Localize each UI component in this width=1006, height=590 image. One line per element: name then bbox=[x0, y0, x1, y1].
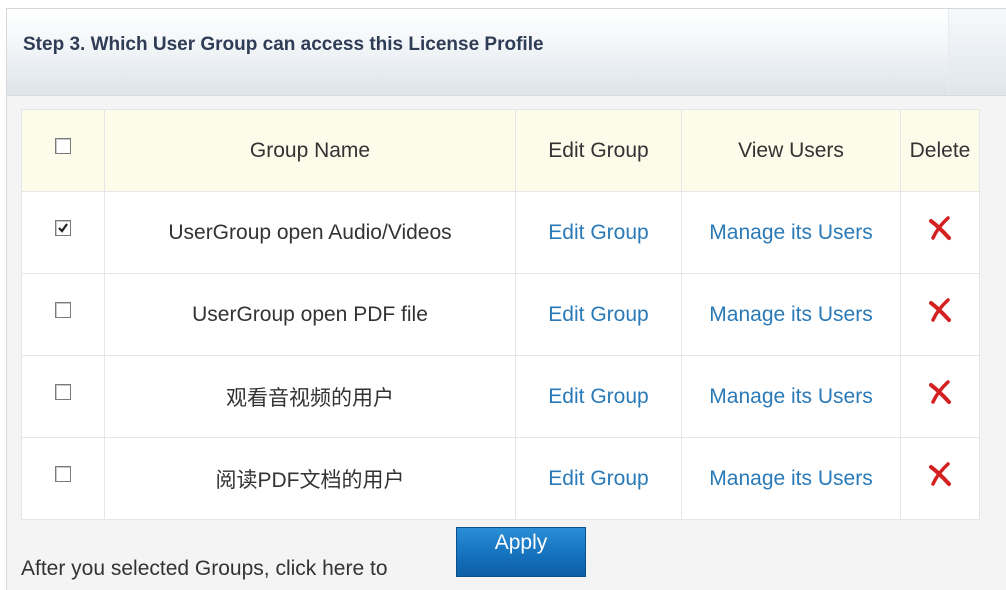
manage-users-link[interactable]: Manage its Users bbox=[709, 467, 872, 490]
row-check-cell bbox=[21, 273, 105, 356]
apply-button[interactable]: Apply bbox=[456, 527, 586, 577]
delete-x-icon[interactable] bbox=[926, 214, 954, 248]
row-check-cell bbox=[21, 437, 105, 520]
manage-users-cell: Manage its Users bbox=[681, 191, 901, 274]
header-check-cell bbox=[21, 109, 105, 192]
table-row: UserGroup open PDF file Edit Group Manag… bbox=[21, 273, 980, 356]
table-row: 阅读PDF文档的用户 Edit Group Manage its Users bbox=[21, 437, 980, 520]
edit-group-cell: Edit Group bbox=[515, 191, 682, 274]
row-checkbox[interactable] bbox=[55, 465, 71, 482]
delete-cell bbox=[900, 355, 980, 438]
group-name-cell: 观看音视频的用户 bbox=[104, 355, 516, 438]
manage-users-link[interactable]: Manage its Users bbox=[709, 385, 872, 408]
checkmark-icon bbox=[58, 223, 68, 233]
apply-button-label: Apply bbox=[494, 531, 548, 554]
edit-group-cell: Edit Group bbox=[515, 355, 682, 438]
edit-group-link[interactable]: Edit Group bbox=[548, 303, 648, 326]
group-name-cell: 阅读PDF文档的用户 bbox=[104, 437, 516, 520]
footer-instruction: After you selected Groups, click here to bbox=[21, 557, 388, 580]
license-profile-panel: Step 3. Which User Group can access this… bbox=[6, 8, 1006, 590]
manage-users-link[interactable]: Manage its Users bbox=[709, 221, 872, 244]
manage-users-cell: Manage its Users bbox=[681, 273, 901, 356]
panel-title: Step 3. Which User Group can access this… bbox=[23, 34, 544, 55]
edit-group-cell: Edit Group bbox=[515, 437, 682, 520]
table-row: UserGroup open Audio/Videos Edit Group M… bbox=[21, 191, 980, 274]
edit-group-link[interactable]: Edit Group bbox=[548, 221, 648, 244]
table-row: 观看音视频的用户 Edit Group Manage its Users bbox=[21, 355, 980, 438]
delete-header: Delete bbox=[900, 109, 980, 192]
row-checkbox[interactable] bbox=[55, 383, 71, 400]
manage-users-cell: Manage its Users bbox=[681, 437, 901, 520]
user-groups-table: Group Name Edit Group View Users Delete … bbox=[21, 109, 980, 520]
delete-x-icon[interactable] bbox=[926, 378, 954, 412]
group-name-cell: UserGroup open PDF file bbox=[104, 273, 516, 356]
delete-cell bbox=[900, 437, 980, 520]
edit-group-link[interactable]: Edit Group bbox=[548, 467, 648, 490]
view-users-header: View Users bbox=[681, 109, 901, 192]
row-check-cell bbox=[21, 355, 105, 438]
delete-x-icon[interactable] bbox=[926, 296, 954, 330]
row-checkbox[interactable] bbox=[55, 219, 71, 236]
edit-group-header: Edit Group bbox=[515, 109, 682, 192]
delete-cell bbox=[900, 273, 980, 356]
edit-group-cell: Edit Group bbox=[515, 273, 682, 356]
delete-x-icon[interactable] bbox=[926, 460, 954, 494]
select-all-checkbox[interactable] bbox=[55, 137, 71, 154]
header-corner-shade bbox=[948, 9, 1006, 95]
group-name-cell: UserGroup open Audio/Videos bbox=[104, 191, 516, 274]
manage-users-link[interactable]: Manage its Users bbox=[709, 303, 872, 326]
edit-group-link[interactable]: Edit Group bbox=[548, 385, 648, 408]
row-check-cell bbox=[21, 191, 105, 274]
row-checkbox[interactable] bbox=[55, 301, 71, 318]
manage-users-cell: Manage its Users bbox=[681, 355, 901, 438]
panel-header: Step 3. Which User Group can access this… bbox=[7, 9, 1006, 96]
group-name-header: Group Name bbox=[104, 109, 516, 192]
table-header-row: Group Name Edit Group View Users Delete bbox=[21, 109, 980, 192]
delete-cell bbox=[900, 191, 980, 274]
